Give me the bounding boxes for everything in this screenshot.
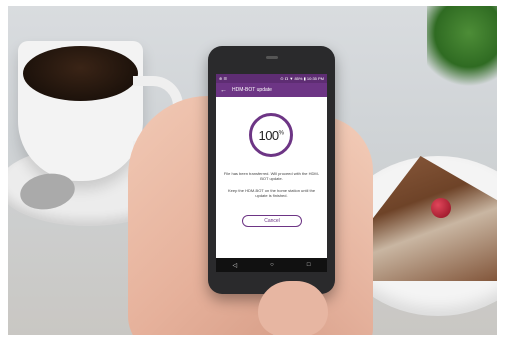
cherry xyxy=(431,198,451,218)
status-bar: ⊕ ☰ ⊙ ☊ ▼ 85% ▮ 10:35 PM xyxy=(216,74,327,83)
page-title: HDM-BOT update xyxy=(232,87,272,93)
thumb xyxy=(258,281,328,335)
cancel-button[interactable]: Cancel xyxy=(242,215,302,227)
nav-recent-icon[interactable]: □ xyxy=(307,262,311,268)
instruction-message: Keep the HDM-BOT on the home station unt… xyxy=(227,188,316,198)
update-content: 100% File has been transferred. Will pro… xyxy=(216,97,327,263)
plant xyxy=(427,6,497,96)
smartphone: ⊕ ☰ ⊙ ☊ ▼ 85% ▮ 10:35 PM ← HDM-BOT updat… xyxy=(208,46,335,294)
nav-back-icon[interactable]: ◁ xyxy=(233,262,238,269)
nav-home-icon[interactable]: ○ xyxy=(270,262,274,268)
nav-bar: ◁ ○ □ xyxy=(216,258,327,272)
status-right: ⊙ ☊ ▼ 85% ▮ 10:35 PM xyxy=(280,76,324,81)
phone-screen: ⊕ ☰ ⊙ ☊ ▼ 85% ▮ 10:35 PM ← HDM-BOT updat… xyxy=(216,74,327,272)
status-left: ⊕ ☰ xyxy=(219,76,228,81)
progress-ring: 100% xyxy=(249,113,293,157)
progress-value: 100% xyxy=(258,127,284,143)
back-arrow-icon[interactable]: ← xyxy=(220,87,227,94)
progress-unit: % xyxy=(278,130,284,137)
phone-speaker xyxy=(266,56,278,59)
app-bar: ← HDM-BOT update xyxy=(216,83,327,97)
coffee xyxy=(23,46,138,101)
transfer-message: File has been transferred. Will proceed … xyxy=(223,171,320,181)
background-photo: ⊕ ☰ ⊙ ☊ ▼ 85% ▮ 10:35 PM ← HDM-BOT updat… xyxy=(8,6,497,335)
